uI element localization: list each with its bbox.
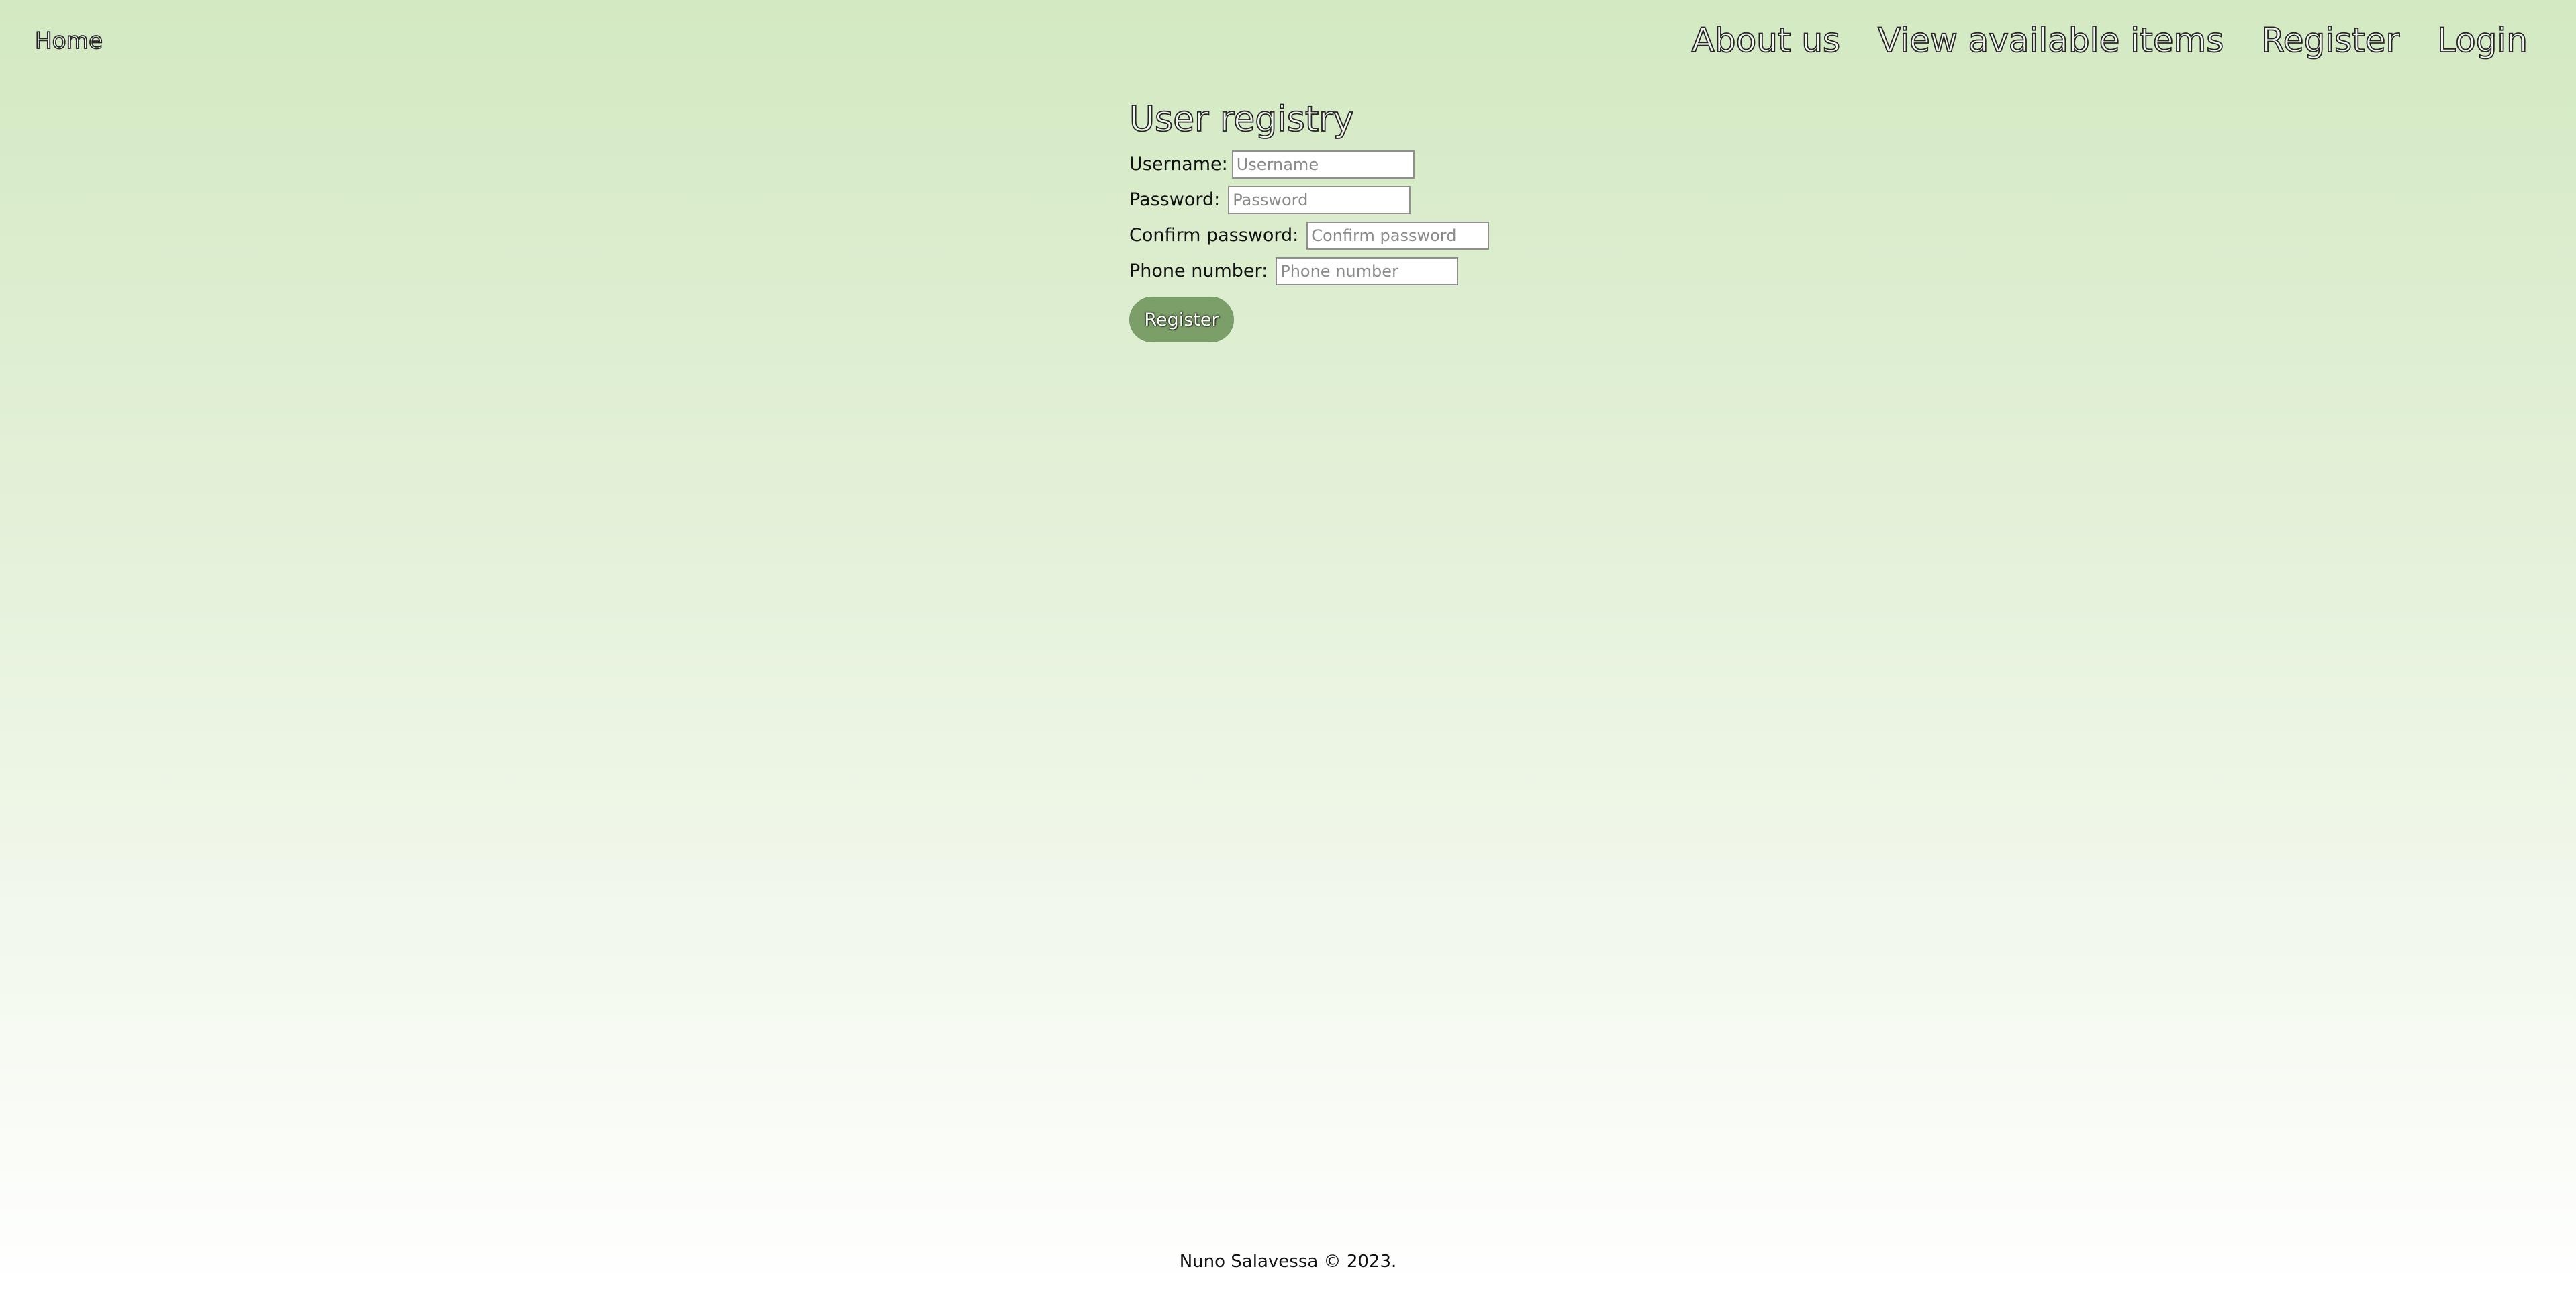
nav-view-items-link[interactable]: View available items <box>1877 13 2224 67</box>
footer-copyright: Nuno Salavessa © 2023. <box>1179 1252 1397 1272</box>
phone-number-input[interactable] <box>1276 257 1459 285</box>
registry-section: User registry Username: Password: Confir… <box>1129 93 1490 342</box>
phone-number-row: Phone number: <box>1129 253 1489 289</box>
password-row: Password: <box>1129 182 1489 218</box>
nav-links: About us View available items Register L… <box>1691 13 2528 67</box>
nav-about-us-link[interactable]: About us <box>1691 13 1841 67</box>
phone-number-label: Phone number: <box>1129 261 1268 281</box>
password-input[interactable] <box>1228 185 1411 214</box>
register-button[interactable]: Register <box>1129 297 1234 342</box>
registration-form: Username: Password: Confirm password: Ph… <box>1129 146 1490 342</box>
confirm-password-row: Confirm password: <box>1129 218 1490 253</box>
footer: Nuno Salavessa © 2023. <box>0 1252 2576 1272</box>
username-input[interactable] <box>1231 150 1415 179</box>
password-label: Password: <box>1129 189 1221 210</box>
nav-home-link[interactable]: Home <box>34 24 103 58</box>
nav-register-link[interactable]: Register <box>2260 13 2400 67</box>
username-label: Username: <box>1129 154 1228 175</box>
nav-login-link[interactable]: Login <box>2436 13 2528 67</box>
username-row: Username: <box>1129 146 1489 182</box>
confirm-password-label: Confirm password: <box>1129 225 1299 246</box>
register-button-label: Register <box>1144 309 1219 330</box>
page-title: User registry <box>1129 99 1354 140</box>
confirm-password-input[interactable] <box>1306 221 1490 250</box>
